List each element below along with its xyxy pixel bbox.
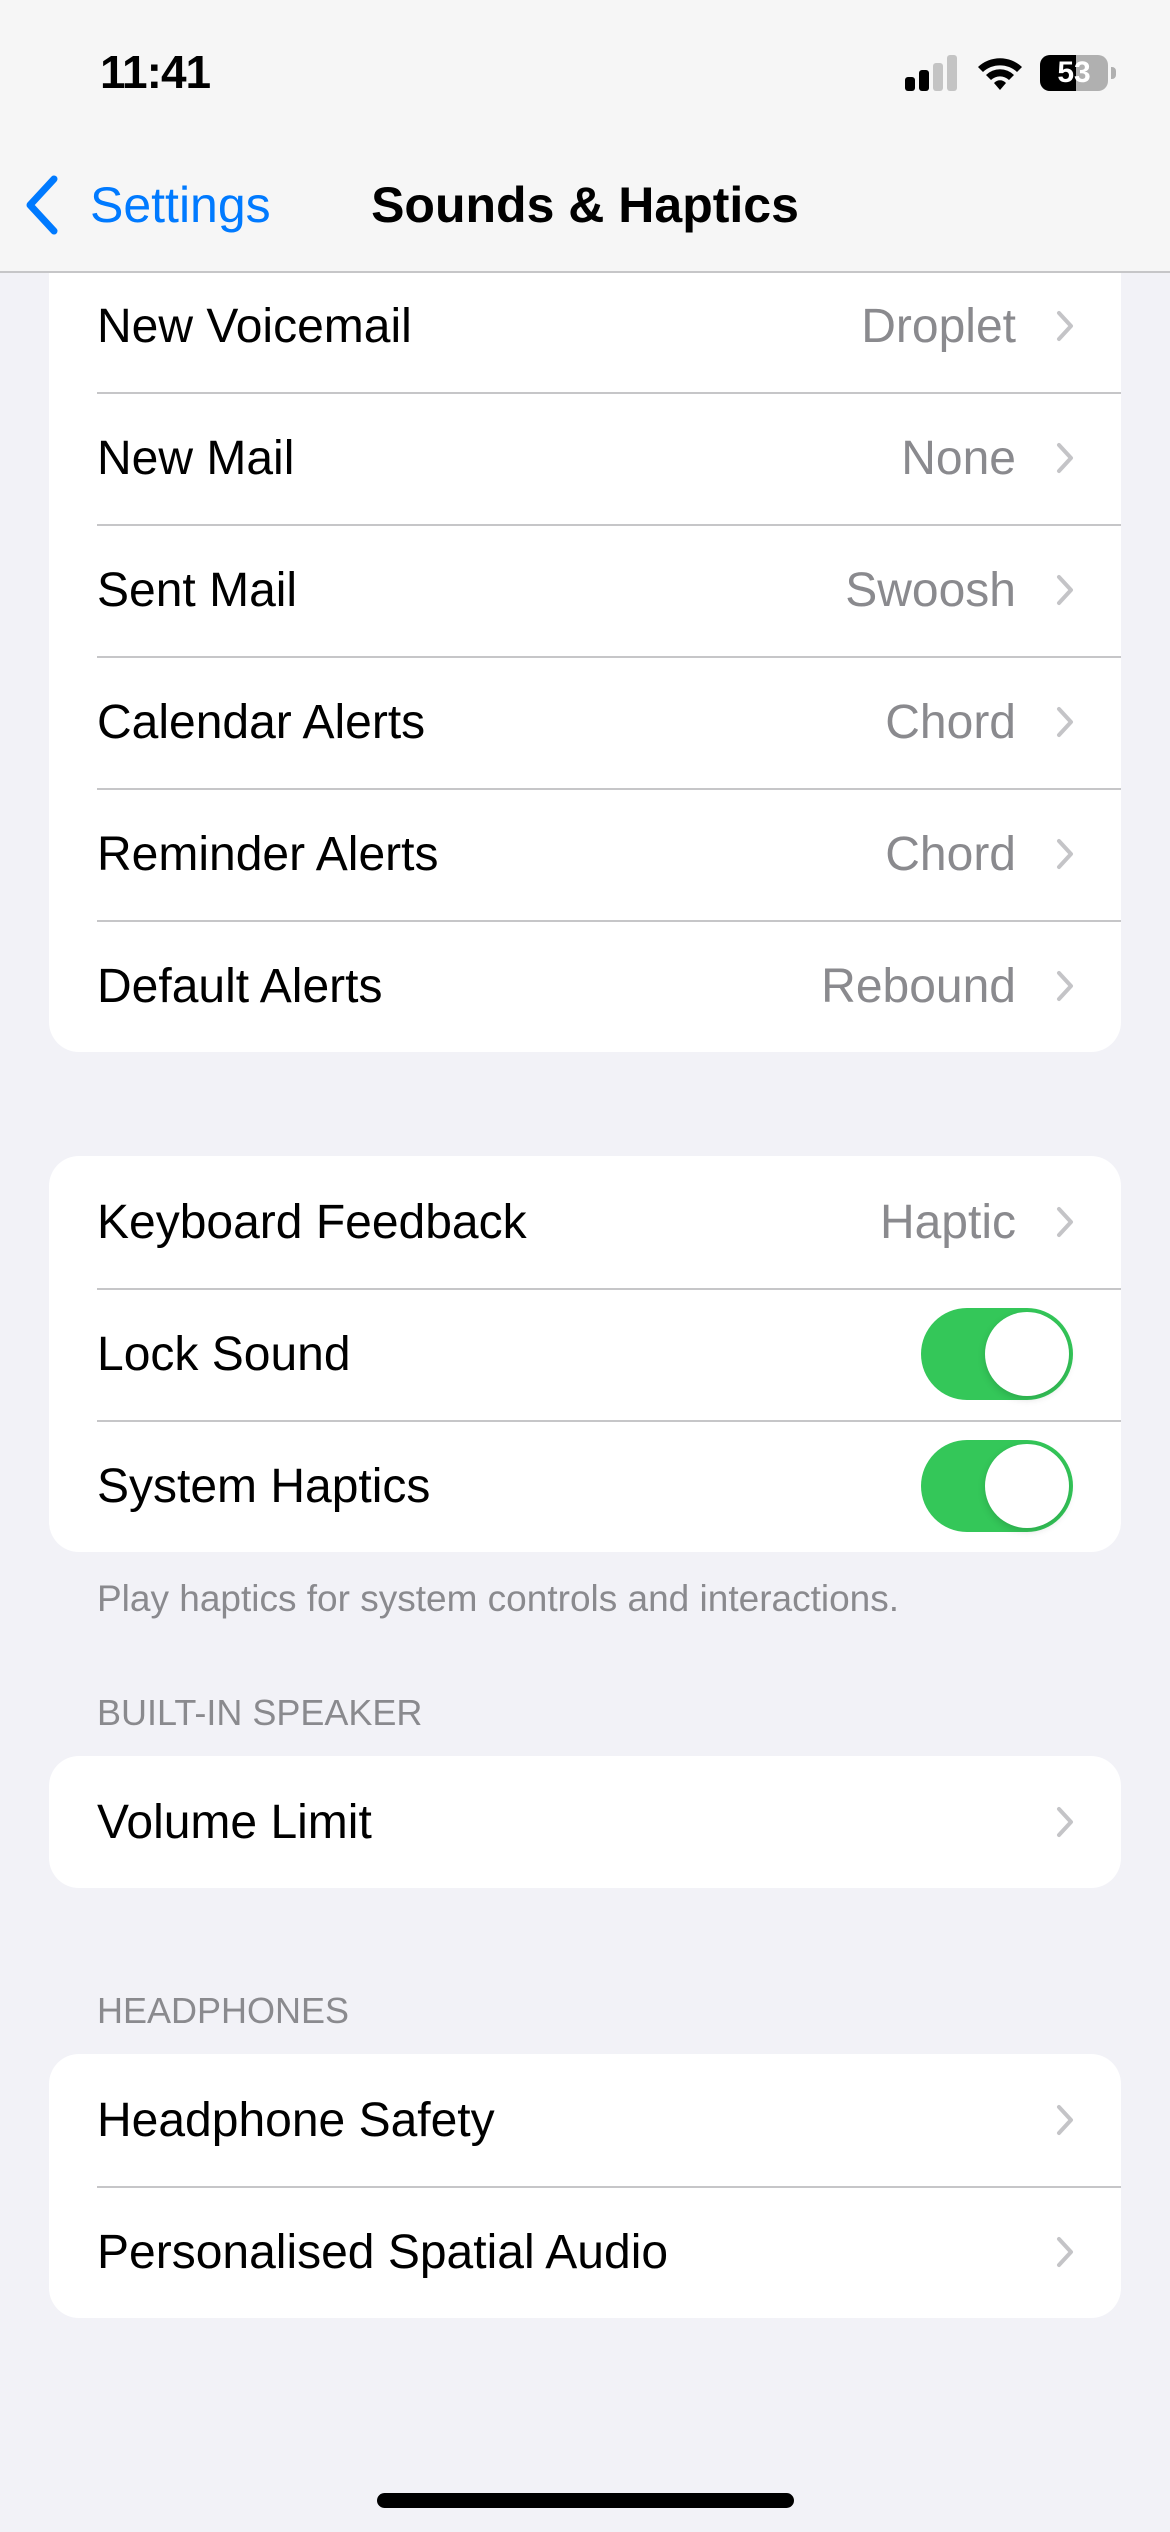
alert-tones-group: New Voicemail Droplet New Mail None Sent… [49,260,1121,1052]
chevron-right-icon [1057,971,1073,1001]
row-label: Sent Mail [97,563,298,617]
list-item-personalised-spatial-audio[interactable]: Personalised Spatial Audio [49,2186,1121,2318]
list-item-reminder-alerts[interactable]: Reminder Alerts Chord [49,788,1121,920]
section-header-built-in-speaker: BUILT-IN SPEAKER [97,1692,423,1733]
system-haptics-toggle[interactable] [921,1440,1073,1532]
status-time: 11:41 [100,46,211,98]
home-indicator[interactable] [377,2493,794,2508]
row-label: New Mail [97,431,295,485]
list-item-calendar-alerts[interactable]: Calendar Alerts Chord [49,656,1121,788]
row-label: New Voicemail [97,299,412,353]
chevron-right-icon [1057,839,1073,869]
row-label: Volume Limit [97,1795,372,1849]
row-label: Lock Sound [97,1327,351,1381]
signal-bar [947,55,957,91]
row-value: Swoosh [845,563,1016,617]
system-haptics-footer: Play haptics for system controls and int… [97,1578,900,1619]
feedback-group: Keyboard Feedback Haptic Lock Sound Syst… [49,1156,1121,1552]
list-item-sent-mail[interactable]: Sent Mail Swoosh [49,524,1121,656]
row-value: Rebound [821,959,1016,1013]
row-label: Keyboard Feedback [97,1195,527,1249]
row-value: None [901,431,1016,485]
list-item-system-haptics: System Haptics [49,1420,1121,1552]
chevron-right-icon [1057,311,1073,341]
list-item-keyboard-feedback[interactable]: Keyboard Feedback Haptic [49,1156,1121,1288]
row-value: Droplet [861,299,1016,353]
row-value: Chord [885,695,1016,749]
top-bar: 11:41 53 Settings Sounds & Haptics [0,0,1170,273]
list-item-lock-sound: Lock Sound [49,1288,1121,1420]
row-label: Calendar Alerts [97,695,426,749]
list-item-new-mail[interactable]: New Mail None [49,392,1121,524]
chevron-right-icon [1057,707,1073,737]
toggle-knob [985,1312,1069,1396]
chevron-right-icon [1057,443,1073,473]
signal-bar [905,77,915,91]
signal-bar [919,70,929,91]
page-title: Sounds & Haptics [371,177,799,233]
chevron-right-icon [1057,575,1073,605]
chevron-right-icon [1057,1807,1073,1837]
chevron-right-icon [1057,1207,1073,1237]
lock-sound-toggle[interactable] [921,1308,1073,1400]
list-item-default-alerts[interactable]: Default Alerts Rebound [49,920,1121,1052]
row-label: Reminder Alerts [97,827,439,881]
signal-bar [933,63,943,91]
battery-icon: 53 [1040,55,1108,91]
row-label: Personalised Spatial Audio [97,2225,669,2279]
chevron-right-icon [1057,2237,1073,2267]
row-value: Haptic [879,1195,1016,1249]
row-label: Default Alerts [97,959,383,1013]
toggle-knob [985,1444,1069,1528]
built-in-speaker-group: Volume Limit [49,1756,1121,1888]
row-label: Headphone Safety [97,2093,495,2147]
wifi-icon [978,58,1022,90]
battery-percent: 53 [1057,56,1091,89]
row-value: Chord [885,827,1016,881]
row-label: System Haptics [97,1459,431,1513]
section-header-headphones: HEADPHONES [97,1990,350,2031]
list-item-headphone-safety[interactable]: Headphone Safety [49,2054,1121,2186]
headphones-group: Headphone Safety Personalised Spatial Au… [49,2054,1121,2318]
list-item-new-voicemail[interactable]: New Voicemail Droplet [49,260,1121,392]
chevron-right-icon [1057,2105,1073,2135]
battery-tip [1111,67,1116,79]
cellular-signal-icon [905,55,959,91]
list-item-volume-limit[interactable]: Volume Limit [49,1756,1121,1888]
